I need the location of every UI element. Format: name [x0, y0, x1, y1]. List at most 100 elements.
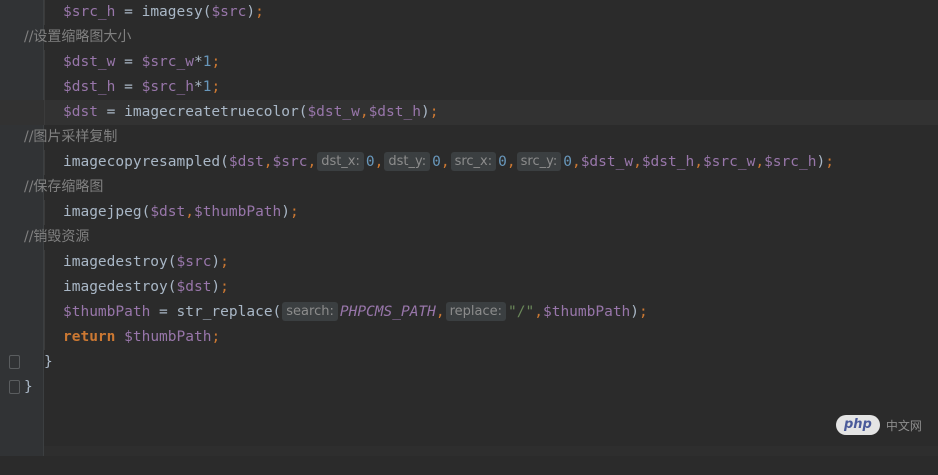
code-token: ,: [185, 204, 194, 220]
code-line[interactable]: //保存缩略图: [0, 175, 938, 200]
code-token: 0: [498, 154, 507, 170]
code-token: ;: [211, 329, 221, 345]
code-token: ,: [307, 154, 317, 170]
code-token: "/": [508, 304, 535, 320]
code-token: $dst_w: [63, 54, 116, 70]
code-token: 0: [432, 154, 441, 170]
code-line[interactable]: imagecopyresampled($dst,$src, dst_x: 0, dst…: [0, 150, 938, 175]
code-token: $dst_h: [641, 154, 695, 170]
code-token: $dst_w: [580, 154, 634, 170]
code-token: ,: [435, 304, 445, 320]
code-token: ): [630, 304, 640, 320]
code-token: $dst: [176, 279, 212, 295]
code-line[interactable]: imagedestroy($src);: [0, 250, 938, 275]
code-token: 0: [365, 154, 375, 170]
code-token: $dst_h: [368, 104, 421, 120]
code-line[interactable]: //销毁资源: [0, 225, 938, 250]
code-line[interactable]: $src_h = imagesy($src);: [0, 0, 938, 25]
code-keyword: return: [63, 329, 116, 345]
code-token: *: [193, 79, 203, 95]
code-line[interactable]: //设置缩略图大小: [0, 25, 938, 50]
code-token: ,: [506, 154, 516, 170]
fold-marker-icon[interactable]: [9, 355, 20, 369]
code-token: $dst: [150, 204, 186, 220]
code-token: 0: [563, 154, 572, 170]
code-token: =: [150, 304, 177, 320]
code-token: PHPCMS_PATH: [339, 304, 436, 320]
code-token: $src_h: [63, 4, 116, 20]
code-token: =: [115, 4, 142, 20]
code-token: ,: [755, 154, 765, 170]
code-token: ;: [825, 154, 834, 170]
code-token: imagejpeg(: [63, 204, 151, 220]
code-token: imagedestroy(: [63, 279, 177, 295]
code-line[interactable]: $dst_h = $src_h*1;: [0, 75, 938, 100]
code-token: =: [115, 79, 142, 95]
code-line[interactable]: $dst_w = $src_w*1;: [0, 50, 938, 75]
code-line-current[interactable]: $dst = imagecreatetruecolor($dst_w,$dst_…: [0, 100, 938, 125]
code-line[interactable]: }: [0, 350, 938, 375]
code-token: $dst: [63, 104, 98, 120]
php-logo: php: [836, 415, 880, 435]
horizontal-scrollbar[interactable]: [44, 446, 938, 456]
code-token: ,: [374, 154, 384, 170]
code-token: $thumbPath: [542, 304, 631, 320]
code-token: ): [211, 254, 221, 270]
code-token: $src_h: [141, 79, 194, 95]
code-token: ): [281, 204, 291, 220]
code-comment: //保存缩略图: [24, 179, 104, 195]
code-token: ;: [220, 279, 229, 295]
code-token: ;: [211, 54, 221, 70]
code-token: ;: [429, 104, 439, 120]
code-token: $dst: [228, 154, 264, 170]
code-line[interactable]: imagedestroy($dst);: [0, 275, 938, 300]
code-comment: //图片采样复制: [24, 129, 118, 145]
param-hint: src_x:: [450, 151, 497, 171]
watermark: php 中文网: [836, 414, 922, 436]
code-token: $src: [211, 4, 247, 20]
code-token: $thumbPath: [193, 204, 282, 220]
code-token: ,: [359, 104, 369, 120]
code-token: $dst_w: [307, 104, 360, 120]
code-token: ,: [534, 304, 543, 320]
code-token: imagedestroy(: [63, 254, 177, 270]
param-hint: replace:: [445, 301, 507, 321]
code-token: $thumbPath: [124, 329, 212, 345]
code-token: str_replace(: [176, 304, 282, 320]
code-token: $src: [272, 154, 308, 170]
code-token: ): [246, 4, 256, 20]
code-comment: //设置缩略图大小: [24, 29, 132, 45]
code-line[interactable]: }: [0, 375, 938, 400]
code-token: ,: [571, 154, 581, 170]
code-token: ,: [440, 154, 450, 170]
code-token: ,: [633, 154, 642, 170]
code-token: imagecreatetruecolor(: [124, 104, 308, 120]
code-token: $thumbPath: [63, 304, 151, 320]
code-token: ): [420, 104, 430, 120]
code-token: $src_h: [764, 154, 817, 170]
code-token: }: [44, 354, 53, 370]
code-token: ,: [263, 154, 273, 170]
code-token: ;: [290, 204, 299, 220]
watermark-site: 中文网: [885, 418, 922, 433]
param-hint: search:: [282, 301, 338, 321]
code-token: =: [115, 54, 142, 70]
code-comment: //销毁资源: [24, 229, 90, 245]
code-line[interactable]: //图片采样复制: [0, 125, 938, 150]
code-line[interactable]: imagejpeg($dst,$thumbPath);: [0, 200, 938, 225]
code-editor[interactable]: $src_h = imagesy($src); //设置缩略图大小 $dst_w…: [0, 0, 938, 456]
code-token: ;: [220, 254, 229, 270]
code-line[interactable]: return $thumbPath;: [0, 325, 938, 350]
param-hint: src_y:: [516, 151, 562, 171]
code-token: $src: [176, 254, 212, 270]
code-token: ;: [255, 4, 264, 20]
param-hint: dst_x:: [317, 151, 364, 171]
param-hint: dst_y:: [384, 151, 431, 171]
code-line[interactable]: $thumbPath = str_replace(search: PHPCMS_P…: [0, 300, 938, 325]
code-token: }: [24, 379, 33, 395]
code-token: imagecopyresampled(: [63, 154, 229, 170]
fold-marker-icon[interactable]: [9, 380, 20, 394]
code-token: ;: [211, 79, 221, 95]
code-token: ): [211, 279, 221, 295]
